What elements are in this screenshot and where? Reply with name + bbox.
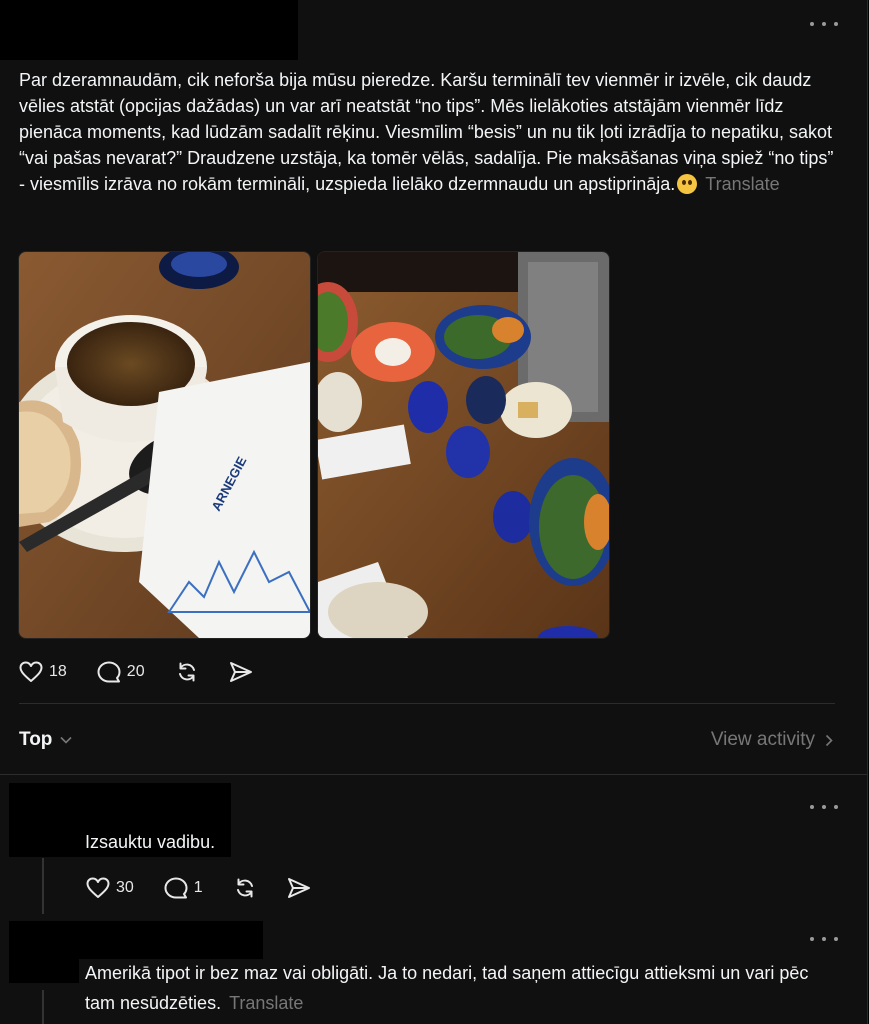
- comment-1-like-button[interactable]: 30: [86, 877, 134, 899]
- comment-1-reply-button[interactable]: 1: [164, 877, 203, 899]
- comment-1-repost-button[interactable]: [233, 876, 257, 900]
- post-like-button[interactable]: 18: [19, 661, 67, 683]
- comment-2-translate-link[interactable]: Translate: [229, 993, 303, 1013]
- post-reply-count: 20: [126, 663, 145, 680]
- post-like-count: 18: [49, 663, 67, 680]
- post-repost-button[interactable]: [175, 660, 199, 684]
- thread-panel: Par dzeramnaudām, cik neforša bija mūsu …: [0, 0, 868, 1024]
- post-share-button[interactable]: [229, 661, 253, 683]
- comment-2-more-button[interactable]: [810, 933, 838, 945]
- sort-label: Top: [19, 729, 53, 750]
- redacted-avatar-2: [9, 921, 79, 983]
- post-reply-button[interactable]: 20: [97, 661, 145, 683]
- send-icon: [287, 878, 310, 898]
- heart-icon: [86, 877, 110, 898]
- comment-1-share-button[interactable]: [287, 877, 311, 899]
- soup-photo-illustration: ARNEGIE: [19, 252, 310, 638]
- post-image-table[interactable]: [317, 251, 610, 639]
- post-actions: 18 20: [19, 660, 279, 684]
- comment-1-text: Izsauktu vadibu.: [85, 832, 216, 852]
- chevron-down-icon: [60, 736, 72, 744]
- comment-1-reply-count: 1: [193, 879, 203, 896]
- comment-1-thread-line: [42, 858, 44, 914]
- post-body: Par dzeramnaudām, cik neforša bija mūsu …: [19, 67, 839, 197]
- heart-icon: [19, 661, 43, 682]
- repost-icon: [236, 878, 253, 898]
- comment-1-more-button[interactable]: [810, 801, 838, 813]
- view-activity-label: View activity: [710, 729, 815, 750]
- send-icon: [229, 662, 252, 682]
- comment-2-text: Amerikā tipot ir bez maz vai obligāti. J…: [85, 963, 809, 1013]
- post-image-soup[interactable]: ARNEGIE: [18, 251, 311, 639]
- comment-1-actions: 30 1: [86, 876, 337, 900]
- divider-sort-comments: [0, 774, 867, 775]
- comment-1-like-count: 30: [116, 879, 134, 896]
- divider-post-sort: [19, 703, 835, 704]
- post-more-button[interactable]: [810, 18, 838, 30]
- comment-2-thread-line: [42, 990, 44, 1024]
- redacted-author: [0, 0, 298, 60]
- comment-icon: [164, 877, 188, 899]
- table-photo-illustration: [318, 252, 609, 638]
- comment-2-text-block: Amerikā tipot ir bez maz vai obligāti. J…: [85, 958, 825, 1018]
- view-activity-link[interactable]: View activity: [711, 729, 833, 751]
- repost-icon: [178, 662, 195, 682]
- sort-dropdown[interactable]: Top: [19, 729, 72, 751]
- chevron-right-icon: [825, 734, 833, 746]
- exploding-head-emoji-icon: [677, 174, 698, 194]
- comment-icon: [97, 661, 121, 683]
- post-translate-link[interactable]: Translate: [705, 174, 779, 194]
